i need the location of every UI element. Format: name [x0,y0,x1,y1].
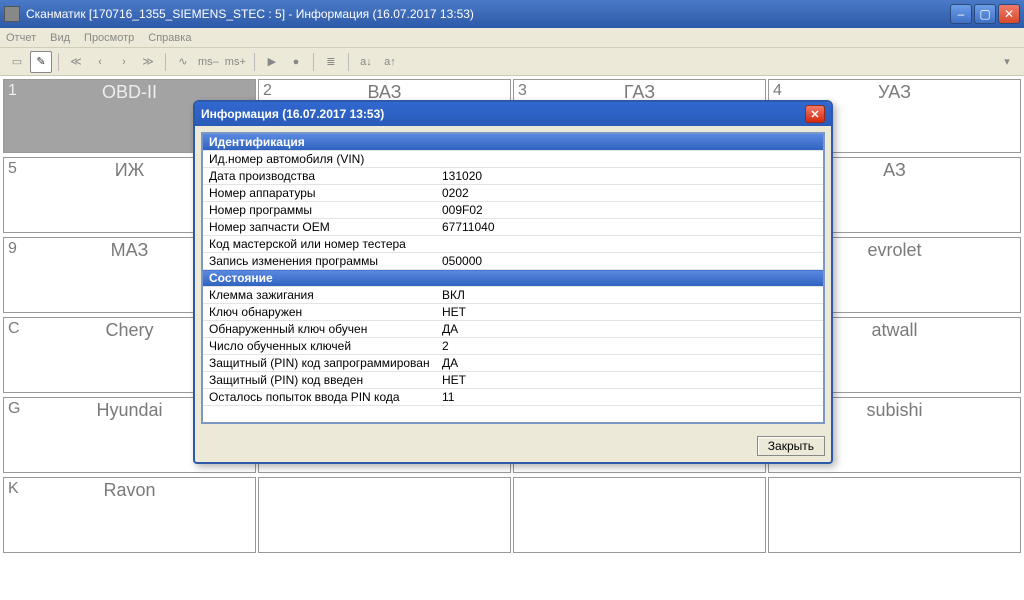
menu-bar: Отчет Вид Просмотр Справка [0,28,1024,48]
info-key: Ид.номер автомобиля (VIN) [202,151,442,168]
dialog-body: Идентификация Ид.номер автомобиля (VIN)Д… [195,126,831,430]
info-key: Запись изменения программы [202,253,442,270]
info-key: Защитный (PIN) код введен [202,372,442,389]
info-key: Осталось попыток ввода PIN кода [202,389,442,406]
ms-label: ms [225,56,240,68]
info-row: Защитный (PIN) код запрограммированДА [202,355,824,372]
info-value: НЕТ [442,372,824,389]
info-value: ВКЛ [442,287,824,304]
ms-label: ms [198,56,213,68]
toolbar-font-dec-icon[interactable]: a↓ [355,51,377,73]
window-titlebar: Сканматик [170716_1355_SIEMENS_STEC : 5]… [0,0,1024,28]
info-row: Запись изменения программы050000 [202,253,824,270]
info-value: НЕТ [442,304,824,321]
brand-cell[interactable]: KRavon [3,477,256,553]
toolbar-wave-icon[interactable]: ∿ [172,51,194,73]
info-key: Номер запчасти OEM [202,219,442,236]
info-value: ДА [442,355,824,372]
info-value: 11 [442,389,824,406]
minimize-button[interactable]: – [950,4,972,24]
toolbar: ▭ ✎ ≪ ‹ › ≫ ∿ ms– ms+ ▶ ● ≣ a↓ a↑ ▾ [0,48,1024,76]
toolbar-font-inc-icon[interactable]: a↑ [379,51,401,73]
info-key: Ключ обнаружен [202,304,442,321]
toolbar-next-icon[interactable]: › [113,51,135,73]
info-row: Номер аппаратуры0202 [202,185,824,202]
info-value [442,236,824,253]
info-key: Номер программы [202,202,442,219]
toolbar-edit-icon[interactable]: ✎ [30,51,52,73]
info-row: Защитный (PIN) код введенНЕТ [202,372,824,389]
brand-cell[interactable] [768,477,1021,553]
toolbar-right-icon[interactable]: ▾ [996,51,1018,73]
toolbar-separator [313,53,314,71]
info-value [442,151,824,168]
info-row: Код мастерской или номер тестера [202,236,824,253]
toolbar-last-icon[interactable]: ≫ [137,51,159,73]
info-row: Номер запчасти OEM 67711040 [202,219,824,236]
dialog-footer: Закрыть [195,430,831,462]
info-row: Дата производства131020 [202,168,824,185]
toolbar-prev-icon[interactable]: ‹ [89,51,111,73]
info-value: 131020 [442,168,824,185]
info-key: Код мастерской или номер тестера [202,236,442,253]
toolbar-list-icon[interactable]: ≣ [320,51,342,73]
toolbar-separator [58,53,59,71]
info-key: Номер аппаратуры [202,185,442,202]
dialog-title: Информация (16.07.2017 13:53) [201,107,805,121]
window-title: Сканматик [170716_1355_SIEMENS_STEC : 5]… [26,7,948,21]
info-value: 009F02 [442,202,824,219]
cell-label: Ravon [4,480,255,501]
toolbar-doc-icon[interactable]: ▭ [6,51,28,73]
app-icon [4,6,20,22]
toolbar-ms-plus-icon[interactable]: ms+ [223,51,248,73]
section-header-state: Состояние [202,270,824,287]
info-key: Клемма зажигания [202,287,442,304]
toolbar-separator [254,53,255,71]
toolbar-ms-minus-icon[interactable]: ms– [196,51,221,73]
info-row: Ключ обнаруженНЕТ [202,304,824,321]
window-close-button[interactable]: ✕ [998,4,1020,24]
info-key: Дата производства [202,168,442,185]
menu-report[interactable]: Отчет [6,32,36,44]
toolbar-separator [348,53,349,71]
toolbar-record-icon[interactable]: ● [285,51,307,73]
info-value: 0202 [442,185,824,202]
toolbar-play-icon[interactable]: ▶ [261,51,283,73]
dialog-titlebar: Информация (16.07.2017 13:53) ✕ [195,102,831,126]
info-value: ДА [442,321,824,338]
info-value: 050000 [442,253,824,270]
close-button[interactable]: Закрыть [757,436,825,456]
brand-cell[interactable] [258,477,511,553]
info-value: 67711040 [442,219,824,236]
toolbar-first-icon[interactable]: ≪ [65,51,87,73]
info-key: Защитный (PIN) код запрограммирован [202,355,442,372]
info-table: Идентификация Ид.номер автомобиля (VIN)Д… [201,132,825,424]
section-header-ident: Идентификация [202,133,824,151]
info-value: 2 [442,338,824,355]
info-blank-area [202,406,824,423]
menu-browse[interactable]: Просмотр [84,32,134,44]
maximize-button[interactable]: ▢ [974,4,996,24]
brand-cell[interactable] [513,477,766,553]
info-row: Осталось попыток ввода PIN кода11 [202,389,824,406]
info-key: Число обученных ключей [202,338,442,355]
dialog-close-icon[interactable]: ✕ [805,105,825,123]
menu-view[interactable]: Вид [50,32,70,44]
info-key: Обнаруженный ключ обучен [202,321,442,338]
info-row: Число обученных ключей2 [202,338,824,355]
info-dialog: Информация (16.07.2017 13:53) ✕ Идентифи… [193,100,833,464]
info-row: Клемма зажиганияВКЛ [202,287,824,304]
toolbar-separator [165,53,166,71]
info-row: Ид.номер автомобиля (VIN) [202,151,824,168]
menu-help[interactable]: Справка [148,32,191,44]
info-row: Обнаруженный ключ обученДА [202,321,824,338]
info-row: Номер программы009F02 [202,202,824,219]
